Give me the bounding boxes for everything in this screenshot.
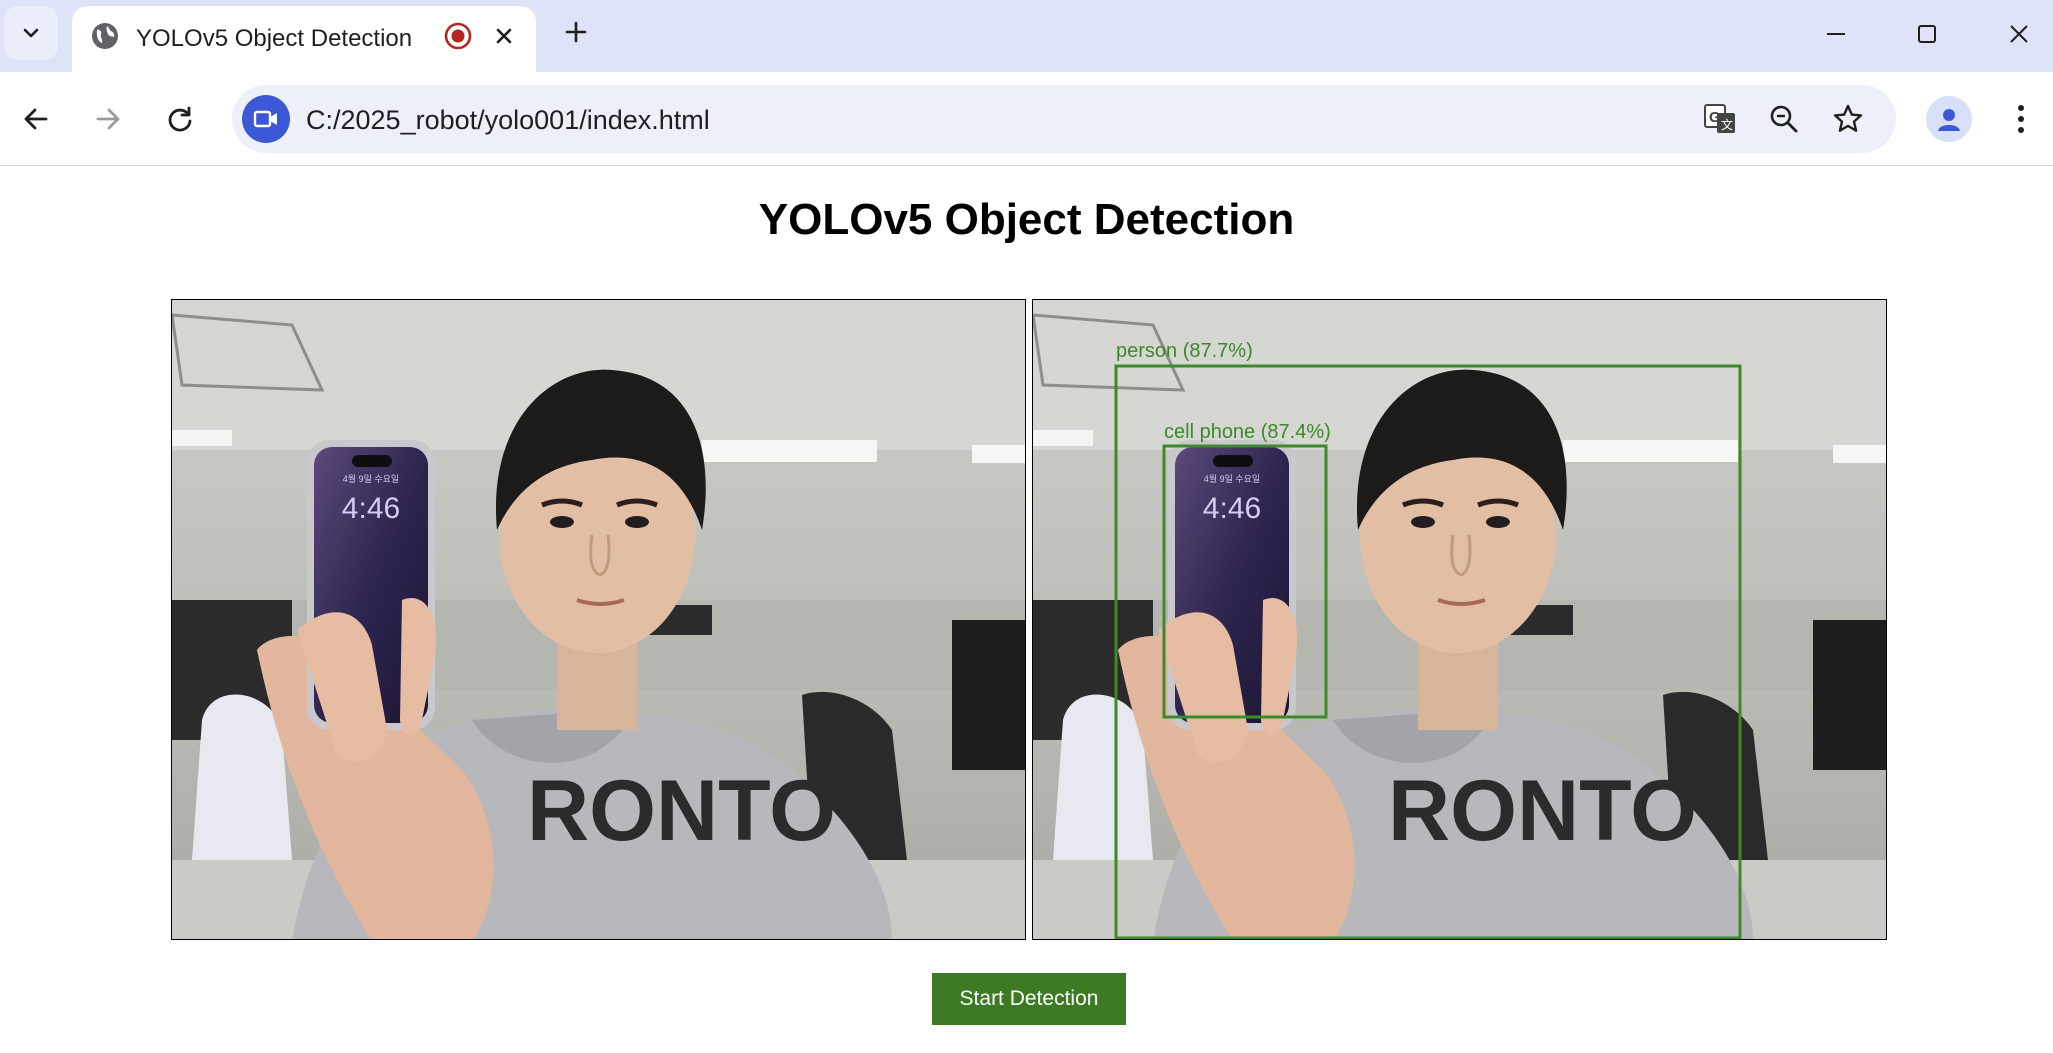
translate-button[interactable]: G 文 (1700, 99, 1740, 139)
url-text[interactable]: C:/2025_robot/yolo001/index.html (306, 105, 710, 136)
arrow-left-icon (24, 108, 48, 130)
webcam-video: RONTO 4월 9일 수요일 4:46 (171, 299, 1026, 940)
tab-search-button[interactable] (4, 6, 58, 60)
profile-button[interactable] (1926, 96, 1972, 142)
svg-text:RONTO: RONTO (527, 763, 836, 859)
webcam-frame-image: RONTO 4월 9일 수요일 4:46 (172, 300, 1025, 939)
phone-time-right: 4:46 (1203, 492, 1261, 525)
avatar-icon (1938, 109, 1960, 131)
chevron-down-icon (23, 28, 39, 38)
close-window-button[interactable] (1997, 12, 2041, 56)
zoom-out-icon (1770, 105, 1798, 133)
forward-button[interactable] (85, 96, 131, 142)
person-detection-label: person (87.7%) (1116, 340, 1253, 362)
minimize-button[interactable] (1814, 12, 1858, 56)
bookmark-button[interactable] (1828, 99, 1868, 139)
browser-toolbar: C:/2025_robot/yolo001/index.html G 文 (0, 72, 2053, 166)
kebab-menu-icon (2018, 105, 2024, 133)
translate-icon: G 文 (1704, 104, 1735, 133)
star-icon (1833, 104, 1863, 132)
maximize-icon (1918, 25, 1936, 43)
close-icon (496, 28, 512, 44)
reload-icon (168, 106, 192, 132)
svg-text:文: 文 (1721, 117, 1733, 132)
maximize-button[interactable] (1905, 12, 1949, 56)
page-content: YOLOv5 Object Detection RONTO 4월 9일 수요일 … (0, 167, 2053, 1053)
globe-icon (92, 23, 118, 49)
detection-frame-image: RONTO 4월 9일 수요일 4:46 person (87.7%) cell… (1033, 300, 1886, 939)
arrow-right-icon (96, 108, 120, 130)
close-icon (2010, 25, 2028, 43)
tab-strip: YOLOv5 Object Detection (0, 0, 2053, 72)
address-bar[interactable]: C:/2025_robot/yolo001/index.html G 文 (232, 85, 1896, 153)
reload-button[interactable] (157, 96, 203, 142)
svg-text:RONTO: RONTO (1388, 763, 1697, 859)
phone-time-left: 4:46 (342, 492, 400, 525)
start-detection-button[interactable]: Start Detection (932, 973, 1126, 1025)
recording-icon (444, 22, 472, 50)
camera-in-use-badge[interactable] (242, 95, 290, 143)
page-title: YOLOv5 Object Detection (758, 195, 1295, 244)
tab-title: YOLOv5 Object Detection (136, 25, 413, 52)
plus-icon (565, 21, 587, 43)
svg-text:4월 9일 수요일: 4월 9일 수요일 (343, 473, 399, 484)
active-tab[interactable]: YOLOv5 Object Detection (72, 6, 536, 72)
back-button[interactable] (13, 96, 59, 142)
cell-phone-detection-label: cell phone (87.4%) (1164, 421, 1331, 443)
browser-menu-button[interactable] (1998, 96, 2044, 142)
new-tab-button[interactable] (558, 14, 594, 50)
video-camera-icon (253, 110, 277, 128)
minimize-icon (1827, 33, 1845, 35)
detection-canvas: RONTO 4월 9일 수요일 4:46 person (87.7%) cell… (1032, 299, 1887, 940)
zoom-button[interactable] (1764, 99, 1804, 139)
tab-close-button[interactable] (486, 18, 522, 54)
svg-text:4월 9일 수요일: 4월 9일 수요일 (1204, 473, 1260, 484)
